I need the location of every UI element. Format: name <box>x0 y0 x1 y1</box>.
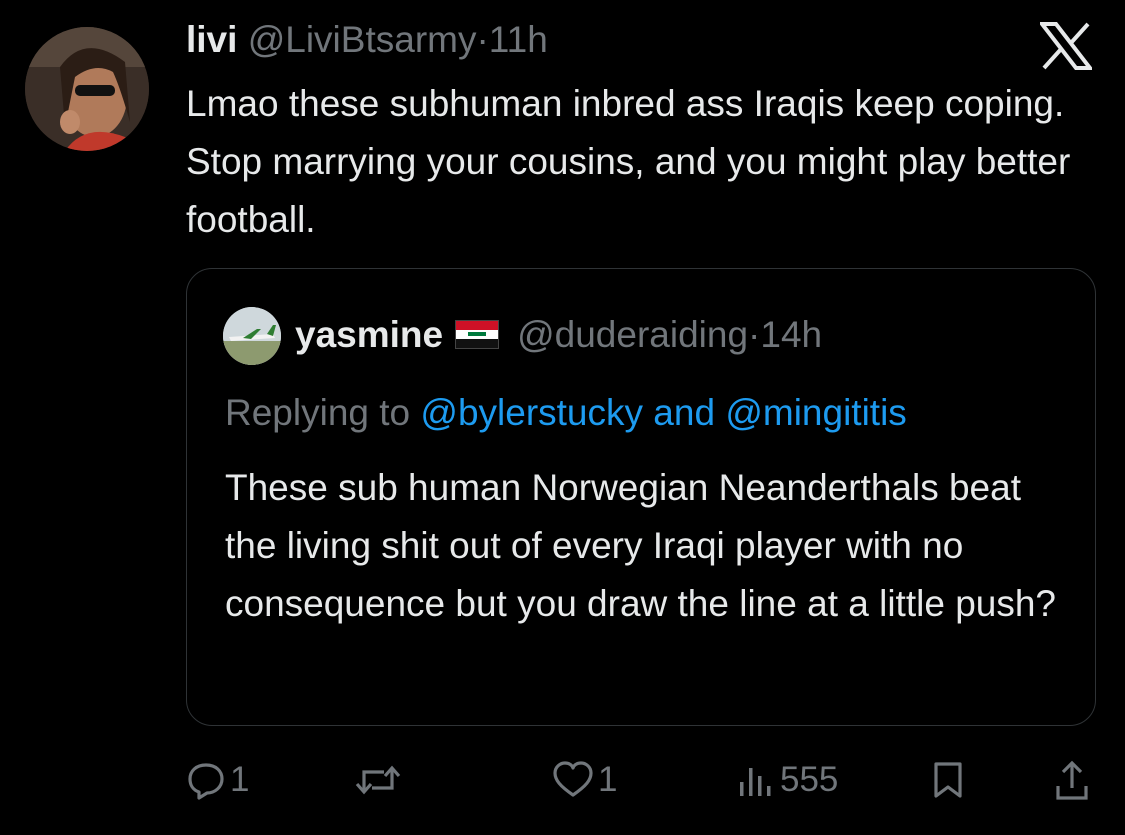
views-button[interactable]: 555 <box>736 750 838 810</box>
reply-count: 1 <box>230 760 250 799</box>
view-count: 555 <box>780 760 839 799</box>
tweet-text: Lmao these subhuman inbred ass Iraqis ke… <box>186 83 1071 240</box>
replying-to-line: Replying to @bylerstucky and @mingititis <box>225 389 907 437</box>
reply-icon <box>188 763 224 800</box>
retweet-icon <box>355 765 401 795</box>
reply-button[interactable]: 1 <box>186 750 249 810</box>
author-avatar[interactable] <box>25 27 149 151</box>
share-icon <box>1056 760 1088 800</box>
bookmark-button[interactable] <box>930 750 966 810</box>
tweet-header: livi @LiviBtsarmy·11h <box>186 18 548 62</box>
bookmark-icon <box>934 762 962 798</box>
separator-dot: · <box>476 19 489 60</box>
quoted-author-handle[interactable]: @duderaiding <box>517 314 748 355</box>
share-button[interactable] <box>1054 750 1090 810</box>
retweet-button[interactable] <box>354 750 406 810</box>
author-name[interactable]: livi <box>186 19 237 60</box>
quoted-author-name[interactable]: yasmine <box>295 314 443 355</box>
replying-prefix: Replying to <box>225 392 411 433</box>
quoted-tweet-text: These sub human Norwegian Neanderthals b… <box>225 467 1057 624</box>
analytics-icon <box>740 768 771 796</box>
iraq-flag-icon <box>455 319 500 349</box>
reply-joiner: and <box>653 392 716 433</box>
reply-mention-2[interactable]: @mingititis <box>725 392 906 433</box>
like-count: 1 <box>598 760 618 799</box>
heart-icon <box>553 761 593 797</box>
separator-dot: · <box>748 314 761 355</box>
quoted-tweet-header: yasmine @duderaiding·14h <box>295 313 822 357</box>
quoted-tweet-time[interactable]: 14h <box>760 314 822 355</box>
author-handle[interactable]: @LiviBtsarmy <box>248 19 477 60</box>
like-button[interactable]: 1 <box>552 750 617 810</box>
action-bar: 1 1 555 <box>0 750 1125 810</box>
reply-mention-1[interactable]: @bylerstucky <box>420 392 643 433</box>
x-logo-icon <box>1037 22 1095 70</box>
quoted-author-avatar[interactable] <box>223 307 281 365</box>
tweet-time[interactable]: 11h <box>489 19 548 60</box>
quoted-tweet-card[interactable]: yasmine @duderaiding·14h Replying to @byl… <box>186 268 1096 726</box>
